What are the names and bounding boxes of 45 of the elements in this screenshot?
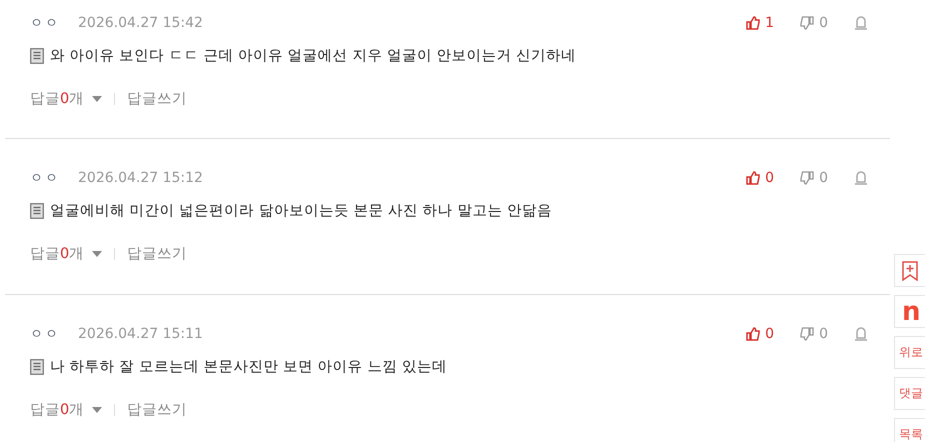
report-button[interactable] — [854, 171, 868, 185]
comment-date: 2026.04.27 15:11 — [78, 326, 203, 342]
caret-icon — [92, 250, 102, 256]
side-nav-button[interactable]: 위로 — [894, 336, 925, 369]
author-name: ㅇㅇ — [30, 326, 61, 343]
logo-button[interactable]: n — [894, 295, 925, 328]
upvote-button[interactable]: 0 — [746, 326, 774, 342]
replies-toggle[interactable]: 답글0개 — [30, 400, 102, 419]
author-name: ㅇㅇ — [30, 15, 61, 32]
upvote-button[interactable]: 1 — [746, 15, 774, 31]
memo-icon — [30, 202, 44, 218]
thumbs-up-icon — [746, 327, 760, 341]
comment-text: 얼굴에비해 미간이 넓은편이라 닮아보이는듯 본문 사진 하나 말고는 안닮음 — [50, 202, 552, 220]
comment-date: 2026.04.27 15:42 — [78, 15, 203, 31]
author-name: ㅇㅇ — [30, 170, 61, 187]
thumbs-down-icon — [800, 327, 814, 341]
write-reply-link[interactable]: 답글쓰기 — [127, 400, 188, 419]
memo-icon — [30, 48, 44, 64]
thumbs-down-icon — [800, 171, 814, 185]
thumbs-down-icon — [800, 16, 814, 30]
side-nav-button[interactable]: 목록 — [894, 418, 925, 442]
upvote-button[interactable]: 0 — [746, 170, 774, 186]
replies-toggle[interactable]: 답글0개 — [30, 244, 102, 263]
replies-toggle[interactable]: 답글0개 — [30, 89, 102, 108]
write-reply-link[interactable]: 답글쓰기 — [127, 89, 188, 108]
caret-icon — [92, 406, 102, 412]
caret-icon — [92, 96, 102, 102]
comment-text: 와 아이유 보인다 ㄷㄷ 근데 아이유 얼굴에선 지우 얼굴이 안보이는거 신기하네 — [50, 47, 576, 65]
downvote-button[interactable]: 0 — [800, 326, 828, 342]
siren-icon — [854, 16, 868, 30]
side-nav-button[interactable]: 댓글 — [894, 377, 925, 410]
thumbs-up-icon — [746, 16, 760, 30]
bookmark-plus-icon — [902, 260, 918, 280]
siren-icon — [854, 327, 868, 341]
report-button[interactable] — [854, 327, 868, 341]
memo-icon — [30, 358, 44, 374]
report-button[interactable] — [854, 16, 868, 30]
downvote-button[interactable]: 0 — [800, 170, 828, 186]
bookmark-button[interactable] — [894, 254, 925, 287]
siren-icon — [854, 171, 868, 185]
downvote-button[interactable]: 0 — [800, 15, 828, 31]
thumbs-up-icon — [746, 171, 760, 185]
comment-text: 나 하투하 잘 모르는데 본문사진만 보면 아이유 느낌 있는데 — [50, 358, 447, 376]
comment-date: 2026.04.27 15:12 — [78, 170, 203, 186]
write-reply-link[interactable]: 답글쓰기 — [127, 244, 188, 263]
